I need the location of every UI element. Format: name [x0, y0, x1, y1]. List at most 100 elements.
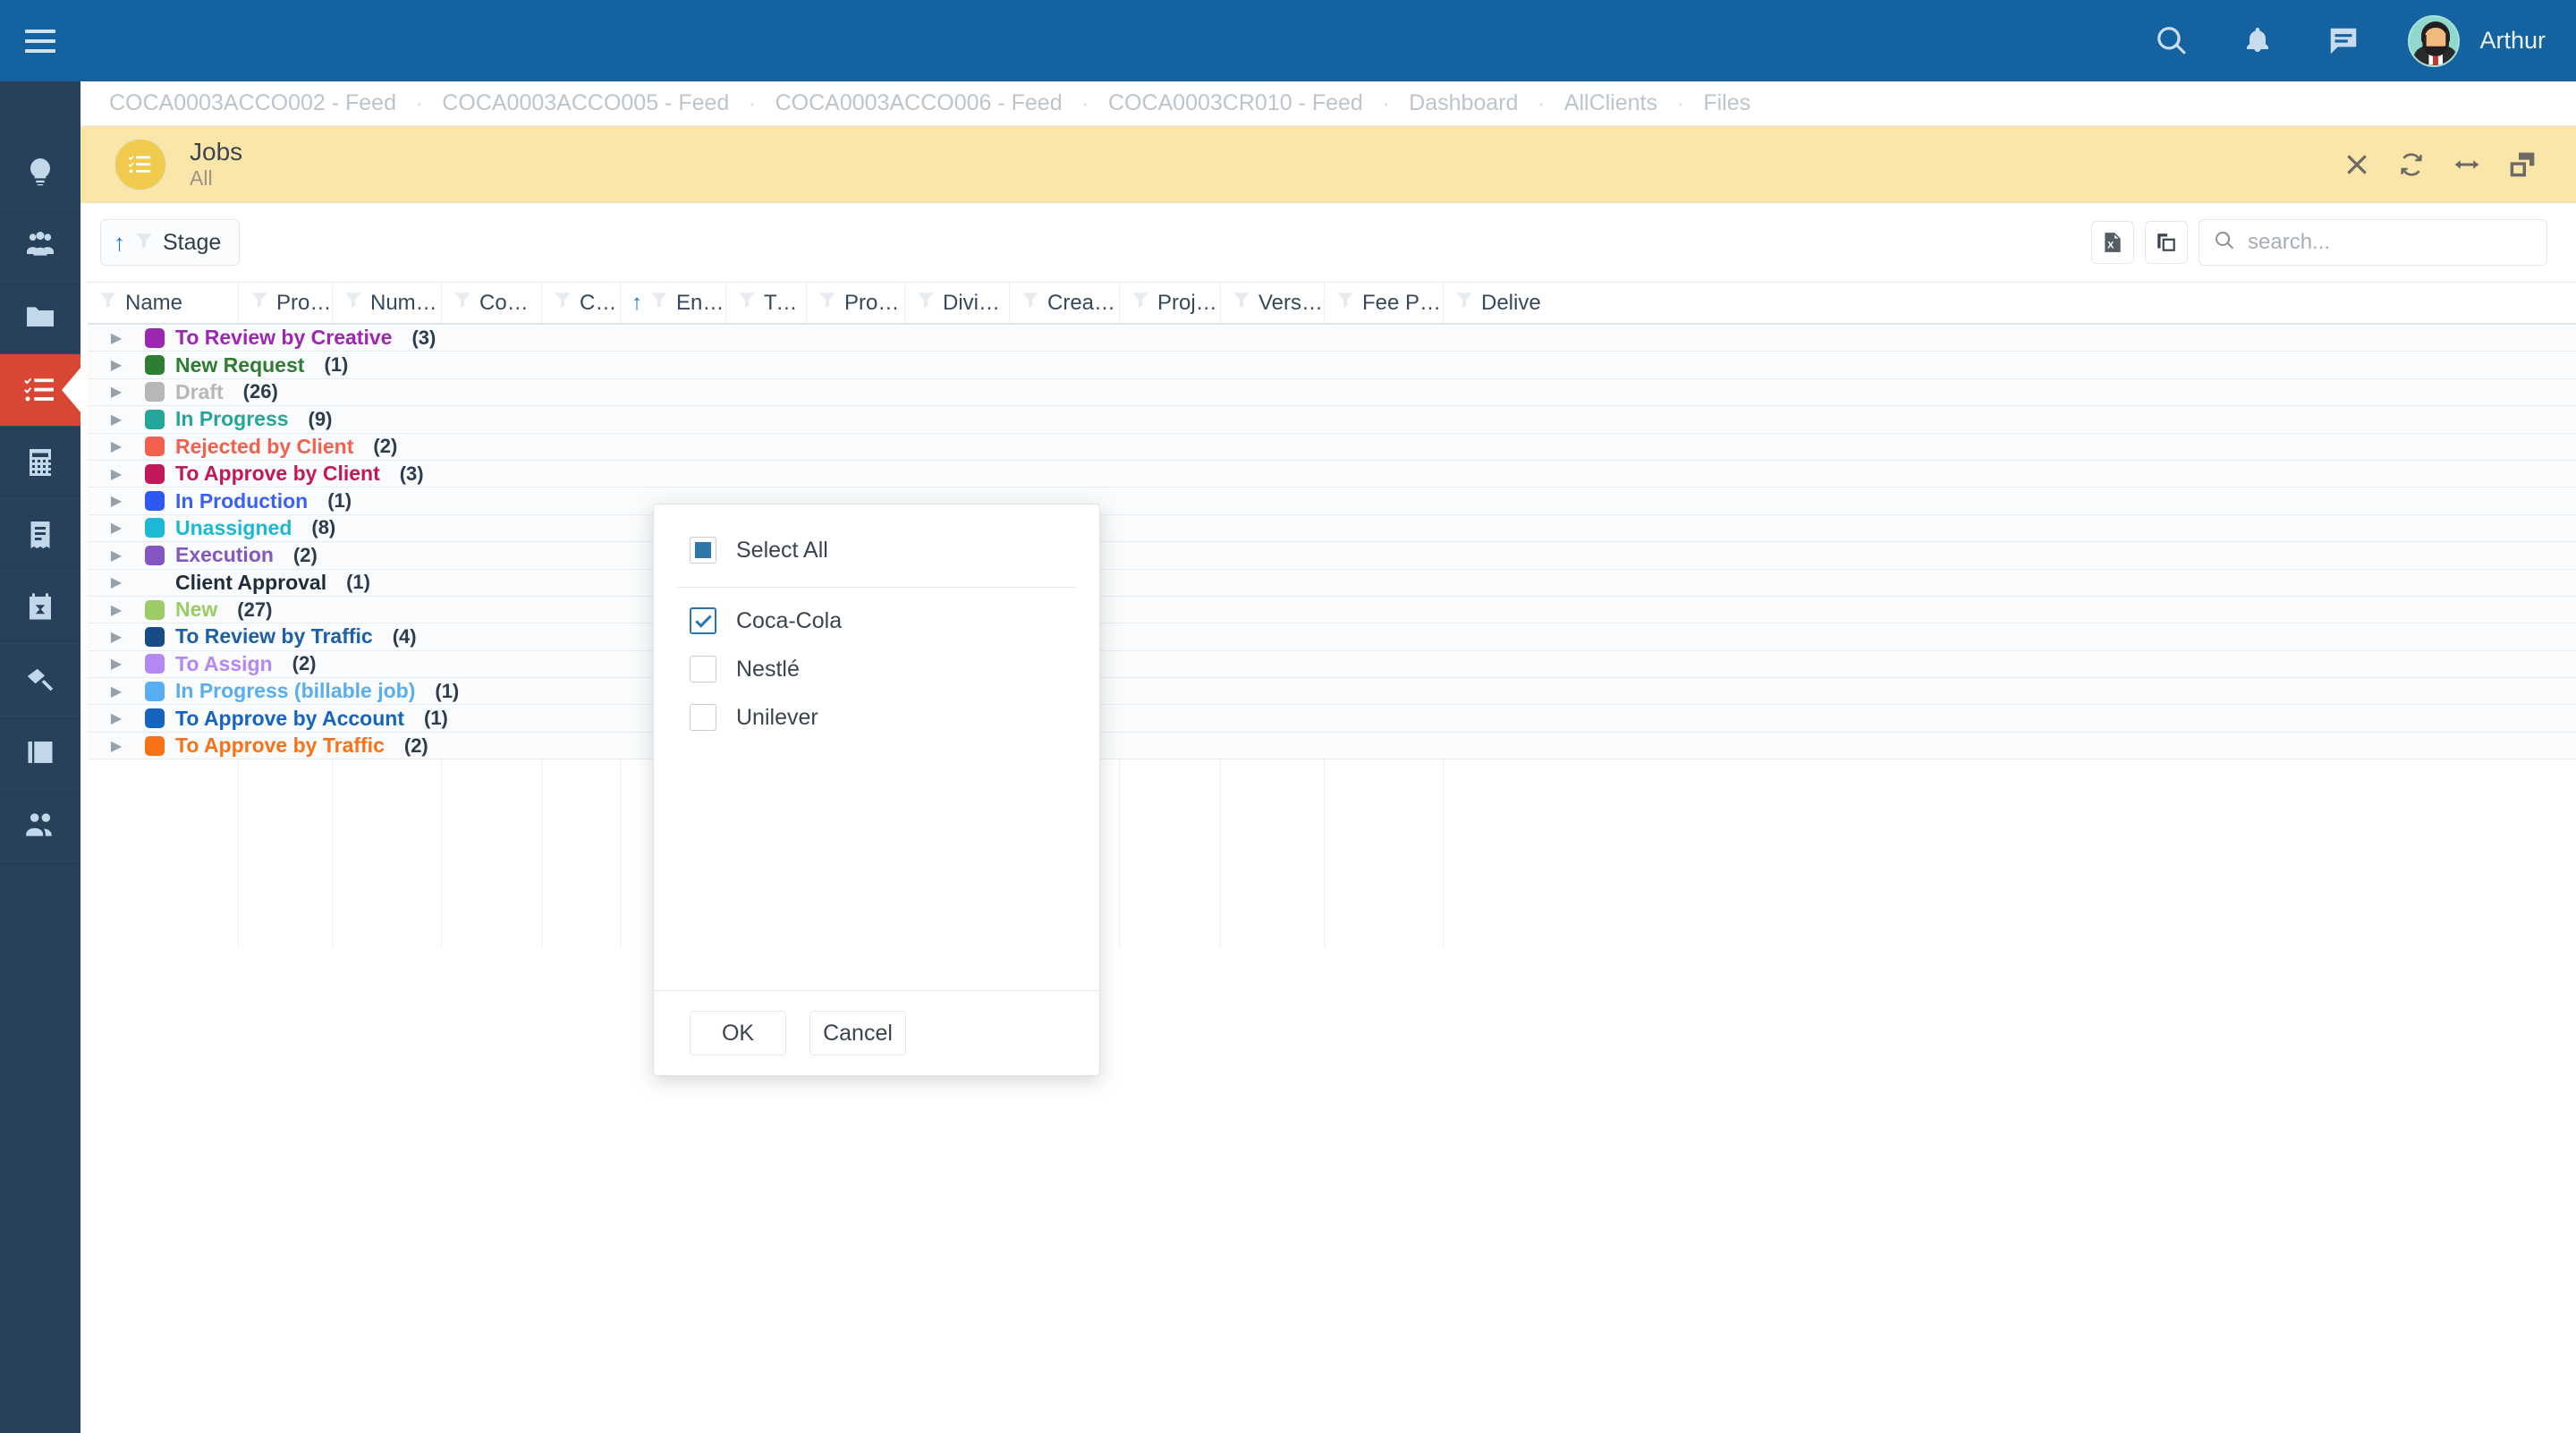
funnel-icon[interactable]	[916, 290, 936, 316]
funnel-icon[interactable]	[98, 290, 118, 316]
column-header-client[interactable]: Client	[541, 283, 620, 323]
column-header-type[interactable]: Type	[725, 283, 806, 323]
select-all-row[interactable]: Select All	[654, 526, 1099, 574]
expand-arrow-icon[interactable]: ▶	[98, 383, 134, 401]
sort-ascending-icon[interactable]: ↑	[631, 293, 642, 314]
column-header-company[interactable]: Company	[441, 283, 541, 323]
grid-group-row[interactable]: ▶To Review by Traffic(4)	[88, 623, 2576, 650]
breadcrumb-item[interactable]: Files	[1703, 90, 1750, 116]
close-icon[interactable]	[2343, 151, 2370, 178]
expand-arrow-icon[interactable]: ▶	[98, 709, 134, 727]
grid-group-row[interactable]: ▶To Approve by Traffic(2)	[88, 733, 2576, 759]
chat-icon[interactable]	[2301, 0, 2386, 81]
expand-arrow-icon[interactable]: ▶	[98, 465, 134, 483]
expand-arrow-icon[interactable]: ▶	[98, 683, 134, 700]
cancel-button[interactable]: Cancel	[809, 1011, 906, 1056]
search-icon[interactable]	[2129, 0, 2215, 81]
grid-group-row[interactable]: ▶In Progress (billable job)(1)	[88, 678, 2576, 705]
funnel-icon[interactable]	[1131, 290, 1150, 316]
breadcrumb-item[interactable]: Dashboard	[1409, 90, 1518, 116]
sidebar-item-jobs[interactable]	[0, 354, 80, 427]
grid-group-row[interactable]: ▶To Review by Creative(3)	[88, 325, 2576, 352]
column-header-fee-proposal[interactable]: Fee Proposal	[1324, 283, 1443, 323]
breadcrumb-item[interactable]: AllClients	[1564, 90, 1657, 116]
sidebar-item-tools[interactable]	[0, 644, 80, 716]
expand-arrow-icon[interactable]: ▶	[98, 356, 134, 374]
grid-group-row[interactable]: ▶Draft(26)	[88, 379, 2576, 406]
select-all-checkbox[interactable]	[690, 537, 716, 564]
hamburger-icon[interactable]	[0, 0, 80, 81]
grid-group-row[interactable]: ▶New(27)	[88, 597, 2576, 623]
expand-arrow-icon[interactable]: ▶	[98, 601, 134, 619]
filter-option-nestle[interactable]: Nestlé	[654, 645, 1099, 693]
column-header-version[interactable]: Version	[1220, 283, 1324, 323]
funnel-icon[interactable]	[649, 290, 669, 316]
sidebar-item-team[interactable]	[0, 789, 80, 861]
expand-arrow-icon[interactable]: ▶	[98, 737, 134, 755]
grid-group-row[interactable]: ▶Client Approval(1)	[88, 570, 2576, 597]
funnel-icon[interactable]	[134, 231, 154, 255]
funnel-icon[interactable]	[1021, 290, 1040, 316]
resize-horizontal-icon[interactable]	[2453, 150, 2481, 179]
expand-arrow-icon[interactable]: ▶	[98, 437, 134, 455]
expand-arrow-icon[interactable]: ▶	[98, 655, 134, 673]
column-header-project[interactable]: Project	[238, 283, 332, 323]
restore-window-icon[interactable]	[2508, 150, 2537, 179]
expand-arrow-icon[interactable]: ▶	[98, 628, 134, 646]
expand-arrow-icon[interactable]: ▶	[98, 411, 134, 428]
sidebar-item-calendar[interactable]	[0, 572, 80, 644]
bell-icon[interactable]	[2215, 0, 2301, 81]
sidebar-item-invoices[interactable]	[0, 499, 80, 572]
column-header-name[interactable]: Name	[88, 283, 238, 323]
funnel-icon[interactable]	[343, 290, 363, 316]
user-menu[interactable]: Arthur	[2386, 15, 2546, 67]
funnel-icon[interactable]	[737, 290, 757, 316]
filter-option-unilever[interactable]: Unilever	[654, 693, 1099, 742]
column-header-delive[interactable]: Delive	[1443, 283, 1541, 323]
grid-group-row[interactable]: ▶To Approve by Client(3)	[88, 461, 2576, 488]
breadcrumb-item[interactable]: COCA0003ACCO002 - Feed	[109, 90, 396, 116]
search-box[interactable]	[2199, 219, 2547, 266]
checkbox[interactable]	[690, 656, 716, 683]
funnel-icon[interactable]	[1454, 290, 1474, 316]
copy-grid-icon[interactable]	[2145, 221, 2188, 264]
sidebar-item-projects[interactable]	[0, 282, 80, 354]
grid-group-row[interactable]: ▶To Assign(2)	[88, 651, 2576, 678]
checkbox[interactable]	[690, 607, 716, 634]
column-header-end-date[interactable]: ↑End Date	[620, 283, 725, 323]
grid-group-row[interactable]: ▶To Approve by Account(1)	[88, 705, 2576, 732]
column-header-project[interactable]: Project#	[1119, 283, 1220, 323]
funnel-icon[interactable]	[818, 290, 837, 316]
sidebar-item-ideas[interactable]	[0, 137, 80, 209]
column-header-created-by[interactable]: Created By	[1009, 283, 1119, 323]
grid-group-row[interactable]: ▶In Production(1)	[88, 488, 2576, 514]
grid-group-row[interactable]: ▶Rejected by Client(2)	[88, 434, 2576, 461]
expand-arrow-icon[interactable]: ▶	[98, 329, 134, 347]
checkbox[interactable]	[690, 704, 716, 731]
funnel-icon[interactable]	[1232, 290, 1251, 316]
funnel-icon[interactable]	[453, 290, 472, 316]
sidebar-item-clients[interactable]	[0, 209, 80, 282]
grid-group-row[interactable]: ▶In Progress(9)	[88, 406, 2576, 433]
sort-ascending-icon[interactable]: ↑	[114, 231, 125, 254]
filter-option-coca-cola[interactable]: Coca-Cola	[654, 597, 1099, 645]
expand-arrow-icon[interactable]: ▶	[98, 492, 134, 510]
group-by-stage-chip[interactable]: ↑ Stage	[100, 219, 240, 266]
sidebar-item-documents[interactable]	[0, 716, 80, 789]
excel-export-icon[interactable]: X	[2091, 221, 2134, 264]
ok-button[interactable]: OK	[690, 1011, 786, 1056]
search-input[interactable]	[2248, 230, 2532, 255]
column-header-product[interactable]: Product	[806, 283, 904, 323]
breadcrumb-item[interactable]: COCA0003ACCO005 - Feed	[442, 90, 729, 116]
expand-arrow-icon[interactable]: ▶	[98, 547, 134, 564]
column-header-number[interactable]: Number	[332, 283, 441, 323]
sidebar-item-estimates[interactable]	[0, 427, 80, 499]
breadcrumb-item[interactable]: COCA0003ACCO006 - Feed	[775, 90, 1063, 116]
funnel-icon[interactable]	[1335, 290, 1355, 316]
funnel-icon[interactable]	[250, 290, 269, 316]
expand-arrow-icon[interactable]: ▶	[98, 519, 134, 537]
grid-group-row[interactable]: ▶Unassigned(8)	[88, 515, 2576, 542]
column-header-division[interactable]: Division	[904, 283, 1009, 323]
grid-group-row[interactable]: ▶New Request(1)	[88, 352, 2576, 378]
refresh-icon[interactable]	[2397, 150, 2426, 179]
